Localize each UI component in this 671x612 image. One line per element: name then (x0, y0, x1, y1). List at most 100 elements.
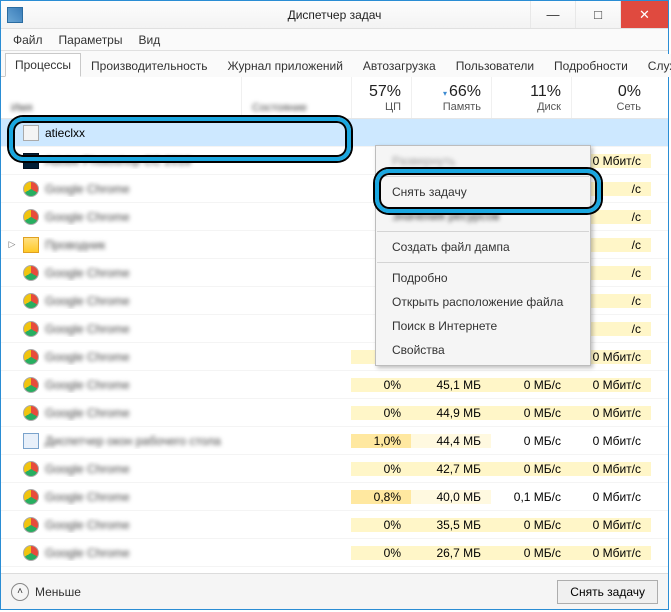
ctx-end-task[interactable]: Снять задачу (376, 180, 590, 204)
process-name: Google Chrome (45, 182, 130, 196)
tab-details[interactable]: Подробности (544, 54, 638, 77)
cell-cpu: 0% (351, 406, 411, 420)
tab-performance[interactable]: Производительность (81, 54, 217, 77)
chrome-icon (23, 349, 39, 365)
table-row[interactable]: Google Chrome0%35,5 МБ0 МБ/с0 Мбит/с (1, 511, 668, 539)
cell-mem: 42,7 МБ (411, 462, 491, 476)
cell-disk: 0 МБ/с (491, 378, 571, 392)
tab-users[interactable]: Пользователи (446, 54, 544, 77)
ctx-details[interactable]: Подробно (376, 266, 590, 290)
cpu-percent: 57% (369, 83, 401, 101)
dwm-icon (23, 433, 39, 449)
tab-startup[interactable]: Автозагрузка (353, 54, 446, 77)
chrome-icon (23, 377, 39, 393)
tab-processes[interactable]: Процессы (5, 53, 81, 77)
maximize-button[interactable]: □ (575, 1, 620, 28)
process-name: Google Chrome (45, 350, 130, 364)
process-name: Google Chrome (45, 490, 130, 504)
ctx-expand: Развернуть (376, 149, 590, 173)
ctx-create-dump[interactable]: Создать файл дампа (376, 235, 590, 259)
statusbar: ˄ Меньше Снять задачу (1, 573, 668, 609)
table-row[interactable]: Google Chrome0%44,9 МБ0 МБ/с0 Мбит/с (1, 399, 668, 427)
cell-net: 0 Мбит/с (571, 378, 651, 392)
cell-disk: 0 МБ/с (491, 518, 571, 532)
ctx-open-location[interactable]: Открыть расположение файла (376, 290, 590, 314)
cell-mem: 26,7 МБ (411, 546, 491, 560)
menu-view[interactable]: Вид (130, 31, 168, 49)
menubar: Файл Параметры Вид (1, 29, 668, 51)
process-name: Google Chrome (45, 406, 130, 420)
window-title: Диспетчер задач (288, 8, 382, 22)
process-name: Adobe Photoshop CC 2018 (45, 154, 191, 168)
process-name: Диспетчер окон рабочего стола (45, 434, 221, 448)
context-menu: Развернуть Снять задачу Значения ресурсо… (375, 145, 591, 366)
chrome-icon (23, 405, 39, 421)
process-name: Google Chrome (45, 210, 130, 224)
ctx-search-online[interactable]: Поиск в Интернете (376, 314, 590, 338)
chrome-icon (23, 209, 39, 225)
cell-disk: 0 МБ/с (491, 462, 571, 476)
explorer-icon (23, 237, 39, 253)
fewer-details-button[interactable]: ˄ Меньше (11, 583, 81, 601)
cell-net: 0 Мбит/с (571, 462, 651, 476)
ctx-resource-values[interactable]: Значения ресурсов (376, 204, 590, 228)
cell-mem: 40,0 МБ (411, 490, 491, 504)
disk-percent: 11% (530, 83, 561, 101)
cell-mem: 44,9 МБ (411, 406, 491, 420)
ctx-separator (377, 262, 589, 263)
col-status[interactable]: Состояние (241, 77, 351, 118)
cell-disk: 0 МБ/с (491, 406, 571, 420)
chrome-icon (23, 181, 39, 197)
minimize-button[interactable]: — (530, 1, 575, 28)
col-disk[interactable]: 11% Диск (491, 77, 571, 118)
table-row[interactable]: Google Chrome0%26,7 МБ0 МБ/с0 Мбит/с (1, 539, 668, 567)
chrome-icon (23, 293, 39, 309)
ctx-separator (377, 231, 589, 232)
grid-header: Имя Состояние 57% ЦП ▾66% Память 11% Дис… (1, 77, 668, 119)
chrome-icon (23, 321, 39, 337)
cell-disk: 0 МБ/с (491, 546, 571, 560)
process-name: Google Chrome (45, 266, 130, 280)
expand-icon[interactable]: ▷ (7, 239, 17, 250)
cell-cpu: 0% (351, 378, 411, 392)
end-task-button[interactable]: Снять задачу (557, 580, 658, 604)
table-row[interactable]: Диспетчер окон рабочего стола1,0%44,4 МБ… (1, 427, 668, 455)
task-manager-window: Диспетчер задач — □ ✕ Файл Параметры Вид… (0, 0, 669, 610)
expand-icon[interactable]: ▷ (7, 127, 17, 138)
col-cpu[interactable]: 57% ЦП (351, 77, 411, 118)
menu-file[interactable]: Файл (5, 31, 51, 49)
ctx-separator (377, 176, 589, 177)
cell-disk: 0 МБ/с (491, 434, 571, 448)
cell-net: 0 Мбит/с (571, 518, 651, 532)
table-row[interactable]: ▷ atieclxx (1, 119, 668, 147)
menu-options[interactable]: Параметры (51, 31, 131, 49)
cell-net: 0 Мбит/с (571, 434, 651, 448)
table-row[interactable]: Google Chrome0,8%40,0 МБ0,1 МБ/с0 Мбит/с (1, 483, 668, 511)
tabstrip: Процессы Производительность Журнал прило… (1, 51, 668, 77)
table-row[interactable]: Google Chrome 0%45,1 МБ0 МБ/с0 Мбит/с (1, 371, 668, 399)
process-name: Google Chrome (45, 546, 130, 560)
process-name: Google Chrome (45, 378, 130, 392)
close-button[interactable]: ✕ (620, 1, 668, 28)
tab-app-history[interactable]: Журнал приложений (218, 54, 353, 77)
col-memory[interactable]: ▾66% Память (411, 77, 491, 118)
process-name: Google Chrome (45, 294, 130, 308)
col-network[interactable]: 0% Сеть (571, 77, 651, 118)
cell-mem: 45,1 МБ (411, 378, 491, 392)
chrome-icon (23, 461, 39, 477)
process-name: atieclxx (45, 126, 85, 140)
cell-mem: 35,5 МБ (411, 518, 491, 532)
cell-cpu: 0% (351, 462, 411, 476)
cell-cpu: 0% (351, 518, 411, 532)
chrome-icon (23, 489, 39, 505)
table-row[interactable]: Google Chrome0%42,7 МБ0 МБ/с0 Мбит/с (1, 455, 668, 483)
titlebar[interactable]: Диспетчер задач — □ ✕ (1, 1, 668, 29)
col-name[interactable]: Имя (1, 77, 241, 118)
tab-services[interactable]: Службы (638, 54, 671, 77)
chevron-up-icon: ˄ (11, 583, 29, 601)
cell-cpu: 0% (351, 546, 411, 560)
ctx-properties[interactable]: Свойства (376, 338, 590, 362)
window-controls: — □ ✕ (530, 1, 668, 28)
process-name: Google Chrome (45, 322, 130, 336)
chrome-icon (23, 517, 39, 533)
